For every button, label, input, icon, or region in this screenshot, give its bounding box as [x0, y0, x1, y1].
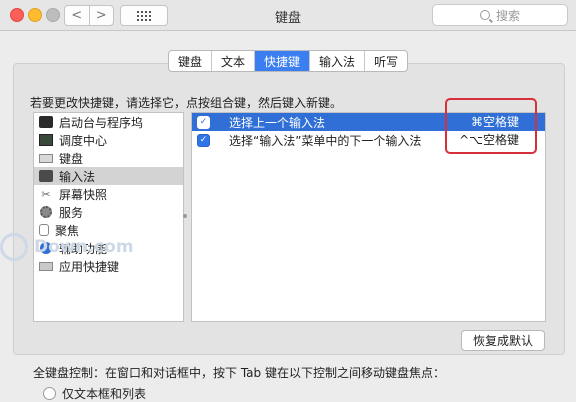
category-item-input-sources[interactable]: 输入法 — [34, 167, 183, 185]
services-icon — [40, 206, 52, 218]
highlight-annotation-box — [445, 98, 537, 154]
category-item-mission-control[interactable]: 调度中心 — [34, 131, 183, 149]
category-item-keyboard[interactable]: 键盘 — [34, 149, 183, 167]
category-label: 键盘 — [59, 151, 84, 166]
category-label: 输入法 — [59, 169, 96, 184]
search-icon — [479, 10, 490, 20]
category-item-launchpad-dock[interactable]: 启动台与程序坞 — [34, 113, 183, 131]
restore-defaults-button[interactable]: 恢复成默认 — [461, 330, 545, 351]
screenshot-icon: ✂ — [41, 187, 51, 201]
mission-control-icon — [39, 134, 53, 146]
title-bar: < > 键盘 搜索 — [0, 0, 576, 31]
shortcut-checkbox[interactable]: ✓ — [197, 133, 210, 147]
app-shortcuts-icon — [39, 261, 53, 271]
category-item-services[interactable]: 服务 — [34, 203, 183, 221]
tab-keyboard[interactable]: 键盘 — [169, 51, 211, 71]
category-label: 屏幕快照 — [59, 187, 108, 202]
input-method-icon — [39, 170, 53, 182]
dock-icon — [39, 116, 53, 128]
full-keyboard-access-label: 全键盘控制：在窗口和对话框中，按下 Tab 键在以下控制之间移动键盘焦点： — [33, 366, 445, 380]
radio-option-text-boxes-lists[interactable]: 仅文本框和列表 — [43, 385, 146, 402]
search-field[interactable]: 搜索 — [432, 4, 568, 26]
shortcut-label: 选择“输入法”菜单中的下一个输入法 — [229, 133, 422, 148]
search-placeholder: 搜索 — [495, 8, 520, 23]
tab-shortcuts[interactable]: 快捷键 — [254, 51, 310, 71]
instruction-text: 若要更改快捷键，请选择它，点按组合键，然后键入新键。 — [30, 96, 343, 110]
tab-bar: 键盘 文本 快捷键 输入法 听写 — [168, 50, 409, 72]
category-list: 启动台与程序坞 调度中心 键盘 输入法 ✂ 屏幕快照 服务 聚焦 辅助功能 应用… — [33, 112, 184, 322]
keyboard-icon — [39, 153, 53, 163]
watermark-text: Down.com — [34, 237, 134, 257]
category-label: 服务 — [59, 205, 84, 220]
shortcut-checkbox[interactable]: ✓ — [197, 115, 210, 129]
tab-dictation[interactable]: 听写 — [364, 51, 407, 71]
radio-button[interactable] — [43, 387, 56, 400]
tab-text[interactable]: 文本 — [211, 51, 254, 71]
watermark-logo-icon — [0, 233, 28, 261]
category-item-screenshots[interactable]: ✂ 屏幕快照 — [34, 185, 183, 203]
tab-input-sources[interactable]: 输入法 — [309, 51, 364, 71]
watermark: Down.com — [0, 233, 134, 261]
split-view-divider-handle[interactable] — [183, 214, 187, 218]
category-label: 启动台与程序坞 — [59, 115, 144, 130]
radio-label: 仅文本框和列表 — [62, 387, 147, 401]
shortcut-label: 选择上一个输入法 — [229, 115, 326, 130]
category-label: 调度中心 — [59, 133, 108, 148]
